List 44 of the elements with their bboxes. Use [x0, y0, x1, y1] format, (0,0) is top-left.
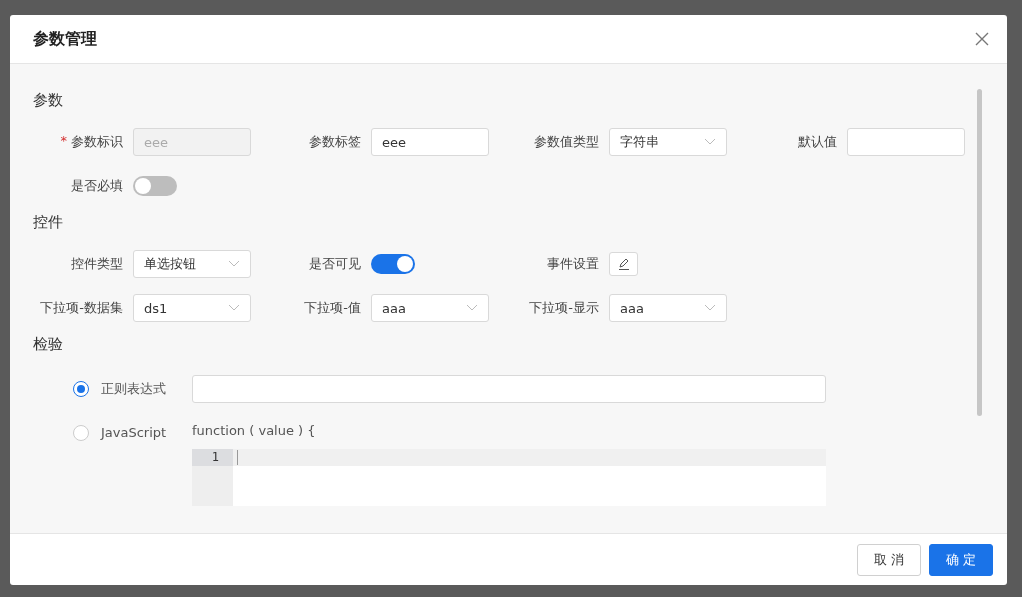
section-title: 参数	[33, 90, 64, 111]
text-field[interactable]: eee	[371, 128, 489, 156]
toggle-switch[interactable]	[133, 176, 177, 196]
text-field[interactable]	[847, 128, 965, 156]
field-label: 下拉项-数据集	[39, 299, 124, 317]
field-label: 参数值类型	[533, 133, 600, 151]
field-label: 控件类型	[70, 255, 124, 273]
field-label: 下拉项-值	[303, 299, 362, 317]
field-label: 下拉项-显示	[528, 299, 600, 317]
radio-label[interactable]: 正则表达式	[101, 375, 192, 403]
chevron-down-icon	[228, 304, 240, 312]
line-number: 1	[192, 449, 233, 466]
field-label: 是否必填	[70, 177, 124, 195]
select-field[interactable]: 单选按钮	[133, 250, 251, 278]
section-title: 检验	[33, 334, 64, 355]
field-label: 默认值	[797, 133, 838, 151]
field-label: 事件设置	[546, 255, 600, 273]
close-icon[interactable]	[975, 32, 989, 46]
required-mark: *	[60, 133, 67, 150]
chevron-down-icon	[704, 138, 716, 146]
function-header: function ( value ) {	[192, 422, 317, 440]
chevron-down-icon	[466, 304, 478, 312]
dialog-title: 参数管理	[33, 28, 97, 50]
confirm-button[interactable]: 确 定	[929, 544, 993, 576]
chevron-down-icon	[704, 304, 716, 312]
field-label: 是否可见	[308, 255, 362, 273]
select-field[interactable]: aaa	[609, 294, 727, 322]
radio-button[interactable]	[73, 425, 89, 441]
chevron-down-icon	[228, 260, 240, 268]
field-label: 参数标签	[308, 133, 362, 151]
cancel-button[interactable]: 取 消	[857, 544, 921, 576]
select-field[interactable]: aaa	[371, 294, 489, 322]
section-title: 控件	[33, 212, 64, 233]
toggle-switch[interactable]	[371, 254, 415, 274]
scrollbar[interactable]	[977, 89, 982, 416]
select-field[interactable]: 字符串	[609, 128, 727, 156]
edit-button[interactable]	[609, 252, 638, 276]
pencil-icon	[616, 257, 631, 271]
radio-label[interactable]: JavaScript	[101, 419, 192, 447]
code-editor[interactable]: 1	[192, 449, 826, 506]
radio-button[interactable]	[73, 381, 89, 397]
field-label: * 参数标识	[59, 133, 124, 151]
regex-field[interactable]	[192, 375, 826, 403]
select-field[interactable]: ds1	[133, 294, 251, 322]
